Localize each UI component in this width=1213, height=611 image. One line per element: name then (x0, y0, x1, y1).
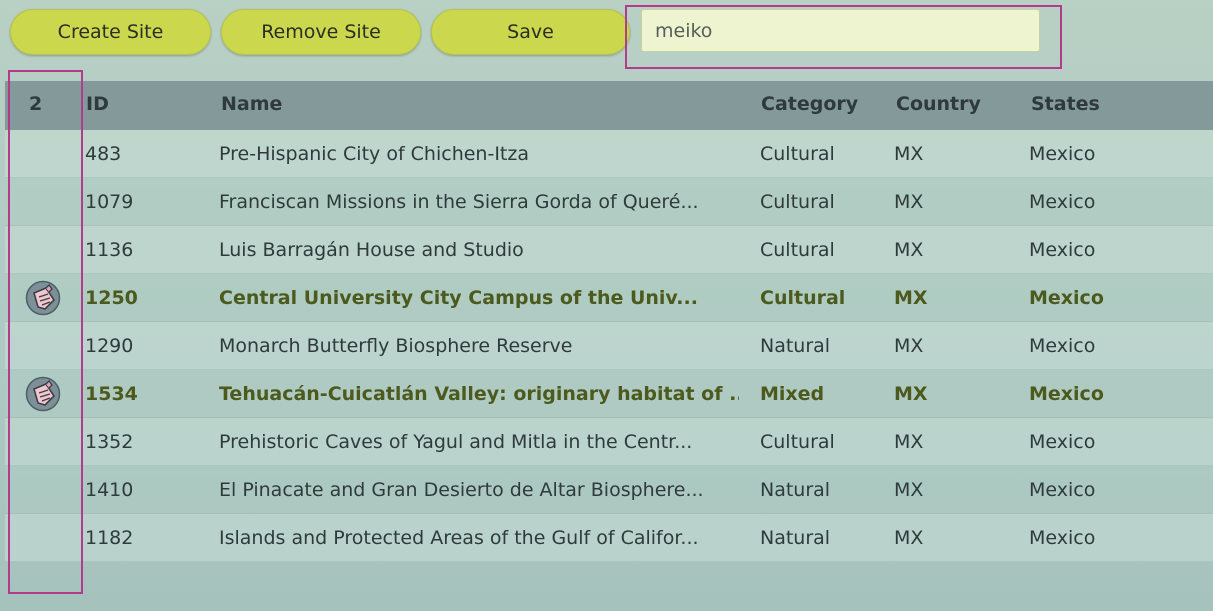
table-row[interactable]: 1534 Tehuacán-Cuicatlán Valley: originary… (5, 370, 1213, 418)
cell-name: Monarch Butterfly Biosphere Reserve (219, 335, 573, 357)
cell-country: MX (894, 191, 924, 213)
cell-category: Cultural (760, 431, 835, 453)
table-row[interactable]: 1290 Monarch Butterfly Biosphere Reserve N… (5, 322, 1213, 370)
table-row[interactable]: 1136 Luis Barragán House and Studio Cultur… (5, 226, 1213, 274)
table-row[interactable]: 1182 Islands and Protected Areas of the G… (5, 514, 1213, 562)
column-header-id[interactable]: ID (86, 93, 109, 115)
cell-category: Cultural (760, 191, 835, 213)
cell-id: 1250 (85, 287, 138, 309)
cell-name: Pre-Hispanic City of Chichen-Itza (219, 143, 530, 165)
cell-states: Mexico (1029, 239, 1096, 261)
cell-category: Mixed (760, 383, 825, 405)
cell-id: 1352 (85, 431, 134, 453)
cell-states: Mexico (1029, 287, 1104, 309)
cell-id: 1136 (85, 239, 134, 261)
table-body: 483 Pre-Hispanic City of Chichen-Itza Cult… (5, 130, 1213, 562)
cell-name: El Pinacate and Gran Desierto de Altar B… (219, 479, 704, 501)
table-header: 2 ID Name Category Country States (5, 81, 1213, 130)
table-row[interactable]: 1250 Central University City Campus of th… (5, 274, 1213, 322)
cell-category: Natural (760, 335, 831, 357)
cell-country: MX (894, 431, 924, 453)
cell-states: Mexico (1029, 191, 1096, 213)
cell-country: MX (894, 287, 928, 309)
column-header-category[interactable]: Category (761, 93, 858, 115)
cell-country: MX (894, 527, 924, 549)
save-button[interactable]: Save (431, 9, 630, 55)
create-site-button[interactable]: Create Site (10, 9, 211, 55)
column-header-name[interactable]: Name (221, 93, 741, 115)
cell-category: Cultural (760, 143, 835, 165)
toolbar: Create Site Remove Site Save (0, 0, 1213, 80)
cell-id: 1290 (85, 335, 134, 357)
search-input[interactable] (641, 9, 1040, 52)
cell-id: 1182 (85, 527, 134, 549)
cell-country: MX (894, 479, 924, 501)
cell-name: Luis Barragán House and Studio (219, 239, 524, 261)
cell-category: Natural (760, 479, 831, 501)
table-row[interactable]: 1079 Franciscan Missions in the Sierra Go… (5, 178, 1213, 226)
cell-id: 483 (85, 143, 122, 165)
cell-country: MX (894, 143, 924, 165)
remove-site-button[interactable]: Remove Site (221, 9, 421, 55)
cell-name: Franciscan Missions in the Sierra Gorda … (219, 191, 699, 213)
hand-pointer-icon[interactable] (25, 376, 61, 412)
table-row[interactable]: 483 Pre-Hispanic City of Chichen-Itza Cult… (5, 130, 1213, 178)
cell-name: Islands and Protected Areas of the Gulf … (219, 527, 699, 549)
column-header-states[interactable]: States (1031, 93, 1100, 115)
cell-category: Cultural (760, 287, 846, 309)
cell-category: Natural (760, 527, 831, 549)
cell-id: 1410 (85, 479, 134, 501)
hand-pointer-icon[interactable] (25, 280, 61, 316)
table-row[interactable]: 1352 Prehistoric Caves of Yagul and Mitla… (5, 418, 1213, 466)
selection-count-header[interactable]: 2 (29, 93, 89, 115)
sites-table: 2 ID Name Category Country States 483 Pre… (5, 81, 1213, 611)
cell-states: Mexico (1029, 431, 1096, 453)
cell-states: Mexico (1029, 335, 1096, 357)
cell-category: Cultural (760, 239, 835, 261)
column-header-country[interactable]: Country (896, 93, 981, 115)
table-row[interactable]: 1410 El Pinacate and Gran Desierto de Alt… (5, 466, 1213, 514)
cell-name: Central University City Campus of the Un… (219, 287, 698, 309)
cell-country: MX (894, 335, 924, 357)
cell-states: Mexico (1029, 479, 1096, 501)
cell-states: Mexico (1029, 527, 1096, 549)
cell-states: Mexico (1029, 143, 1096, 165)
cell-name: Prehistoric Caves of Yagul and Mitla in … (219, 431, 693, 453)
cell-id: 1079 (85, 191, 134, 213)
cell-id: 1534 (85, 383, 138, 405)
cell-country: MX (894, 239, 924, 261)
cell-country: MX (894, 383, 928, 405)
cell-states: Mexico (1029, 383, 1104, 405)
cell-name: Tehuacán-Cuicatlán Valley: originary hab… (219, 383, 739, 405)
